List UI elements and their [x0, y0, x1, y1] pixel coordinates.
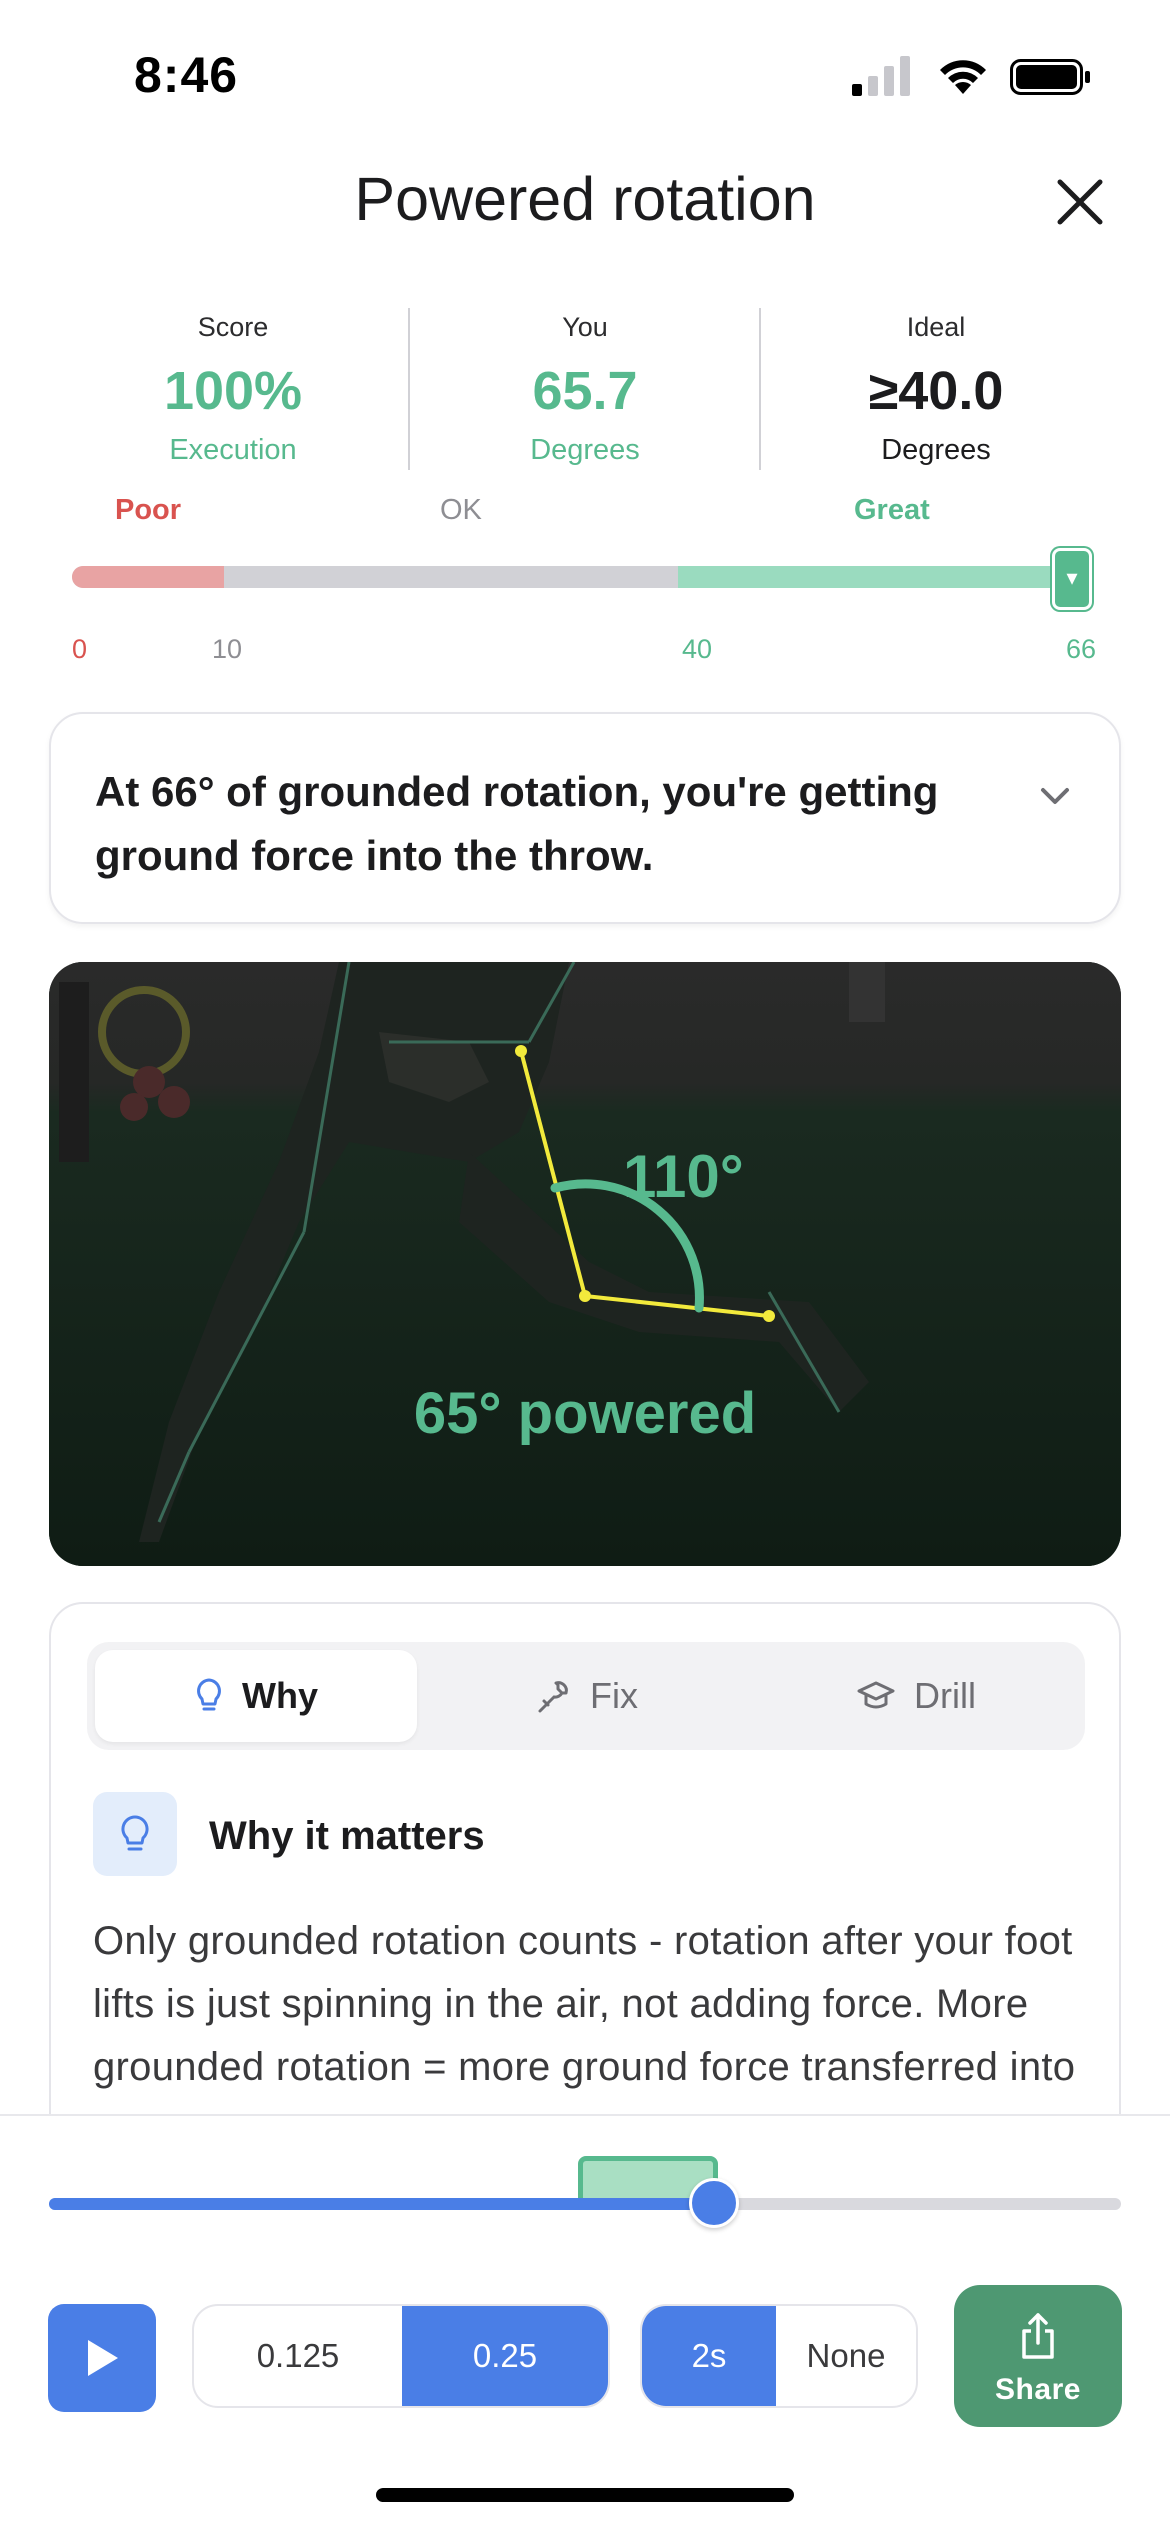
play-icon: [88, 2340, 118, 2376]
page-title: Powered rotation: [354, 165, 816, 233]
scrubber-track[interactable]: [49, 2198, 1121, 2210]
tab-bar: Why Fix Drill: [87, 1642, 1085, 1750]
lightbulb-icon: [93, 1792, 177, 1876]
video-image: [49, 962, 1121, 1566]
video-frame[interactable]: 110° 65° powered: [49, 962, 1121, 1566]
wifi-icon: [940, 60, 986, 94]
battery-icon: [1010, 59, 1090, 95]
cellular-signal-icon: [852, 56, 910, 96]
tab-why-label: Why: [242, 1675, 318, 1716]
you-metric: You 65.7 Degrees: [410, 312, 760, 467]
you-label: You: [562, 312, 608, 342]
tab-fix-label: Fix: [590, 1675, 638, 1716]
ideal-sub: Degrees: [881, 434, 991, 466]
metrics-row: Score 100% Execution You 65.7 Degrees Id…: [0, 300, 1170, 480]
share-label: Share: [995, 2373, 1081, 2406]
scale-marker: ▾: [1052, 548, 1092, 610]
graduation-cap-icon: [857, 1681, 895, 1709]
zone-label-poor: Poor: [115, 494, 182, 526]
pause-option-none[interactable]: None: [776, 2306, 916, 2406]
angle-label: 110°: [623, 1143, 744, 1210]
scale-segment-ok: [223, 566, 679, 588]
insight-card[interactable]: At 66° of grounded rotation, you're gett…: [49, 712, 1121, 924]
tab-fix[interactable]: Fix: [425, 1650, 747, 1742]
tab-why[interactable]: Why: [95, 1650, 417, 1742]
tab-drill[interactable]: Drill: [755, 1650, 1077, 1742]
ideal-label: Ideal: [906, 312, 966, 342]
score-scale-bar: [72, 566, 1072, 588]
ideal-value: ≥40.0: [868, 361, 1004, 421]
zone-label-ok: OK: [440, 494, 482, 526]
scrubber-thumb[interactable]: [688, 2178, 739, 2228]
tick-0: 0: [72, 634, 88, 664]
score-metric: Score 100% Execution: [58, 312, 408, 467]
ideal-metric: Ideal ≥40.0 Degrees: [761, 312, 1111, 467]
wrench-icon: [538, 1681, 568, 1713]
status-time: 8:46: [134, 47, 239, 103]
scrubber-fill: [49, 2198, 714, 2210]
status-bar: 8:46: [0, 0, 1170, 150]
you-sub: Degrees: [530, 434, 640, 466]
tab-drill-label: Drill: [914, 1675, 976, 1716]
speed-option-025[interactable]: 0.25: [402, 2306, 608, 2406]
zone-label-great: Great: [854, 494, 930, 526]
score-label: Score: [197, 312, 269, 342]
home-indicator: [376, 2488, 794, 2502]
tick-40: 40: [682, 634, 713, 664]
tick-10: 10: [212, 634, 243, 664]
insight-text: At 66° of grounded rotation, you're gett…: [95, 768, 939, 879]
pause-selector: 2s None: [640, 2304, 918, 2408]
tick-66: 66: [1066, 634, 1097, 664]
scale-segment-great: [678, 566, 1072, 588]
lightbulb-icon: [197, 1678, 221, 1711]
scale-segment-poor: [72, 566, 224, 588]
section-title: Why it matters: [209, 1814, 485, 1858]
video-caption: 65° powered: [413, 1381, 757, 1446]
score-value: 100%: [163, 361, 303, 421]
speed-option-0125[interactable]: 0.125: [194, 2306, 402, 2406]
pause-option-2s[interactable]: 2s: [642, 2306, 776, 2406]
share-button[interactable]: Share: [954, 2285, 1122, 2427]
chevron-down-icon[interactable]: [1031, 772, 1079, 820]
speed-selector: 0.125 0.25: [192, 2304, 610, 2408]
close-icon[interactable]: [1050, 172, 1110, 232]
you-value: 65.7: [532, 361, 638, 421]
share-icon: [1022, 2313, 1054, 2359]
score-sub: Execution: [169, 434, 297, 466]
play-button[interactable]: [48, 2304, 156, 2412]
info-card: Why Fix Drill Why it matters Only ground…: [49, 1602, 1121, 2162]
